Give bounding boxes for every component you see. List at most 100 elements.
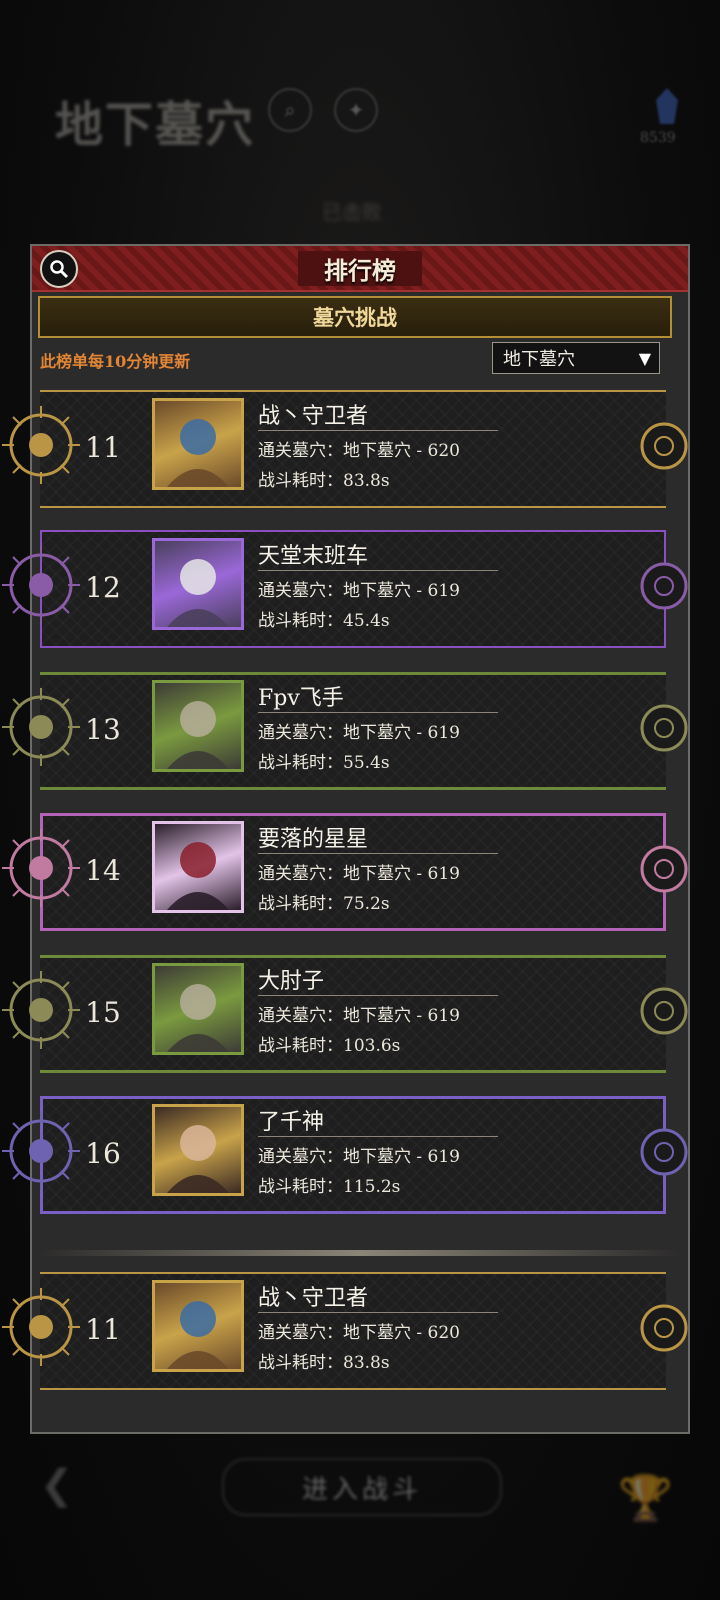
cleared-value: 地下墓穴 - 619 — [343, 1147, 460, 1167]
rank-emblem-icon — [2, 406, 80, 484]
avatar — [152, 1280, 244, 1372]
background-title: 地下墓穴 — [55, 97, 256, 153]
search-button[interactable] — [40, 250, 78, 288]
time-value: 115.2s — [343, 1177, 401, 1197]
cleared-label: 通关墓穴： — [258, 1147, 343, 1167]
trophy-icon: 🏆 — [618, 1473, 673, 1524]
name-divider — [258, 1136, 498, 1137]
rank-row[interactable]: 14 要落的星星 通关墓穴：地下墓穴 - 619 战斗耗时：75.2s — [2, 813, 688, 931]
search-icon — [50, 260, 69, 279]
frame-ornament-icon — [640, 987, 688, 1035]
avatar — [152, 821, 244, 913]
cleared-label: 通关墓穴： — [258, 581, 343, 601]
player-name: 大肘子 — [258, 969, 325, 994]
dropdown-value: 地下墓穴 — [503, 349, 575, 370]
player-name: Fpv飞手 — [258, 686, 344, 711]
back-icon: ❮ — [40, 1462, 74, 1508]
time-value: 45.4s — [343, 611, 390, 631]
name-divider — [258, 570, 498, 571]
time-label: 战斗耗时： — [258, 1177, 343, 1197]
time-label: 战斗耗时： — [258, 1353, 343, 1373]
cleared-label: 通关墓穴： — [258, 864, 343, 884]
tab-crypt-challenge[interactable]: 墓穴挑战 — [38, 296, 672, 338]
time-value: 83.8s — [343, 471, 390, 491]
currency-count: 8539 — [640, 130, 676, 146]
player-name: 了千神 — [258, 1110, 325, 1135]
rank-number: 15 — [85, 995, 121, 1029]
player-name: 战丶守卫者 — [258, 404, 369, 429]
rank-emblem-icon — [2, 1112, 80, 1190]
time-value: 83.8s — [343, 1353, 390, 1373]
frame-ornament-icon — [640, 845, 688, 893]
update-notice: 此榜单每10分钟更新 — [40, 352, 191, 371]
battle-time: 战斗耗时：55.4s — [258, 748, 390, 773]
rank-row[interactable]: 12 天堂末班车 通关墓穴：地下墓穴 - 619 战斗耗时：45.4s — [2, 530, 688, 648]
cleared-label: 通关墓穴： — [258, 723, 343, 743]
player-name: 战丶守卫者 — [258, 1286, 369, 1311]
panel-header: 排行榜 — [32, 246, 688, 292]
rank-row[interactable]: 13 Fpv飞手通关墓穴：地下墓穴 - 619 战斗耗时：55.4s — [2, 672, 688, 790]
portrait-icon — [167, 419, 229, 487]
cleared-value: 地下墓穴 - 619 — [343, 864, 460, 884]
battle-time: 战斗耗时：83.8s — [258, 466, 390, 491]
cleared-crypt: 通关墓穴：地下墓穴 - 619 — [258, 1142, 460, 1167]
crypt-dropdown[interactable]: 地下墓穴 ▼ — [492, 342, 660, 374]
rank-number: 13 — [85, 712, 121, 746]
rank-emblem-icon — [2, 1288, 80, 1366]
portrait-icon — [167, 1301, 229, 1369]
cleared-label: 通关墓穴： — [258, 1323, 343, 1343]
time-label: 战斗耗时： — [258, 753, 343, 773]
cleared-crypt: 通关墓穴：地下墓穴 - 619 — [258, 576, 460, 601]
panel-title: 排行榜 — [298, 250, 422, 286]
rank-emblem-icon — [2, 546, 80, 624]
avatar — [152, 963, 244, 1055]
status-tag: 已击败 — [322, 200, 382, 224]
time-value: 103.6s — [343, 1036, 401, 1056]
time-label: 战斗耗时： — [258, 471, 343, 491]
avatar — [152, 1104, 244, 1196]
cleared-label: 通关墓穴： — [258, 1006, 343, 1026]
battle-time: 战斗耗时：45.4s — [258, 606, 390, 631]
time-label: 战斗耗时： — [258, 894, 343, 914]
time-value: 55.4s — [343, 753, 390, 773]
name-divider — [258, 995, 498, 996]
battle-time: 战斗耗时：83.8s — [258, 1348, 390, 1373]
portrait-icon — [167, 559, 229, 627]
background-search-icon: ⌕ — [268, 88, 312, 132]
time-label: 战斗耗时： — [258, 1036, 343, 1056]
time-label: 战斗耗时： — [258, 611, 343, 631]
frame-ornament-icon — [640, 1128, 688, 1176]
cleared-crypt: 通关墓穴：地下墓穴 - 619 — [258, 718, 460, 743]
name-divider — [258, 853, 498, 854]
cleared-value: 地下墓穴 - 619 — [343, 1006, 460, 1026]
cleared-crypt: 通关墓穴：地下墓穴 - 620 — [258, 436, 460, 461]
self-rank-row[interactable]: 11 战丶守卫者通关墓穴：地下墓穴 - 620 战斗耗时：83.8s — [2, 1272, 688, 1390]
chevron-down-icon: ▼ — [638, 349, 651, 368]
portrait-icon — [167, 842, 229, 910]
cleared-value: 地下墓穴 - 620 — [343, 441, 460, 461]
rank-emblem-icon — [2, 829, 80, 907]
rank-number: 11 — [85, 1312, 121, 1346]
enter-battle-button: 进入战斗 — [222, 1458, 502, 1516]
rank-number: 14 — [85, 853, 121, 887]
rank-row[interactable]: 15 大肘子 通关墓穴：地下墓穴 - 619 战斗耗时：103.6s — [2, 955, 688, 1073]
cleared-crypt: 通关墓穴：地下墓穴 - 619 — [258, 1001, 460, 1026]
rank-row[interactable]: 11 战丶守卫者 通关墓穴：地下墓穴 - 620 战斗耗时：83.8s — [2, 390, 688, 508]
cleared-value: 地下墓穴 - 619 — [343, 581, 460, 601]
portrait-icon — [167, 701, 229, 769]
crystal-icon — [656, 88, 678, 124]
name-divider — [258, 430, 498, 431]
battle-time: 战斗耗时：75.2s — [258, 889, 390, 914]
frame-ornament-icon — [640, 704, 688, 752]
rank-row[interactable]: 16 了千神 通关墓穴：地下墓穴 - 619 战斗耗时：115.2s — [2, 1096, 688, 1214]
rank-number: 16 — [85, 1136, 121, 1170]
battle-time: 战斗耗时：115.2s — [258, 1172, 400, 1197]
battle-time: 战斗耗时：103.6s — [258, 1031, 400, 1056]
name-divider — [258, 712, 498, 713]
cleared-crypt: 通关墓穴：地下墓穴 - 619 — [258, 859, 460, 884]
avatar — [152, 538, 244, 630]
frame-ornament-icon — [640, 422, 688, 470]
avatar — [152, 680, 244, 772]
cleared-crypt: 通关墓穴：地下墓穴 - 620 — [258, 1318, 460, 1343]
cleared-label: 通关墓穴： — [258, 441, 343, 461]
